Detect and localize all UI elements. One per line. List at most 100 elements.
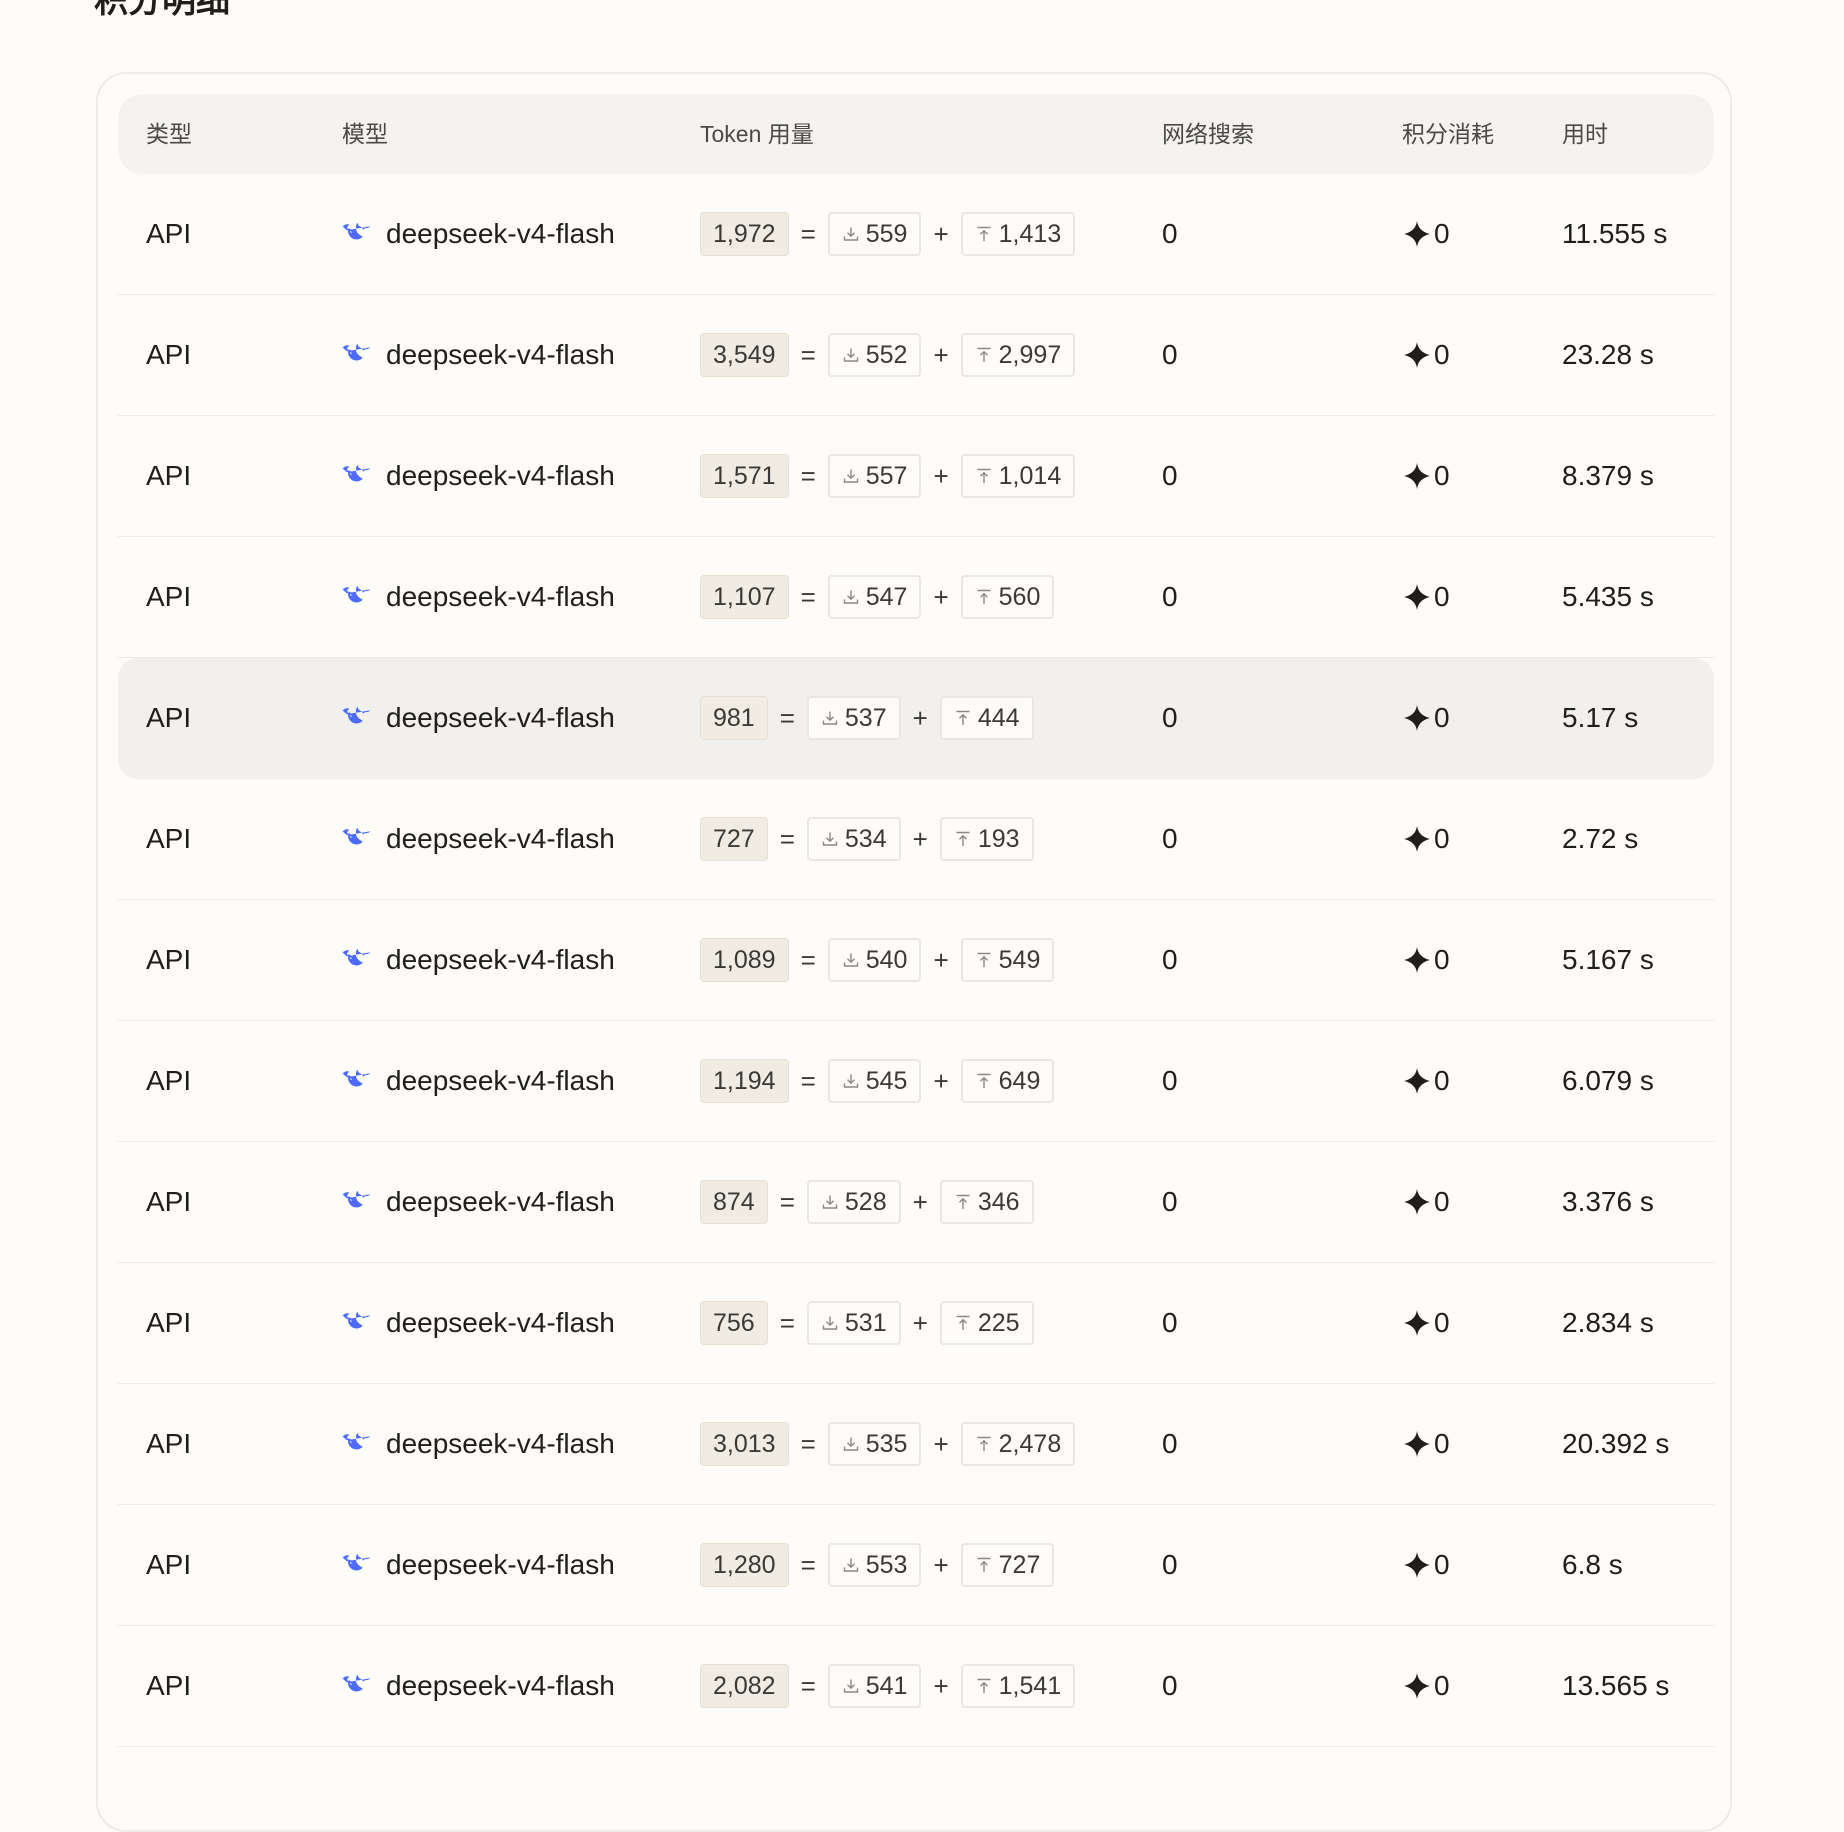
table-row[interactable]: API deepseek-v4-flash 1,089 = 540 + 549 …	[118, 900, 1714, 1021]
table-row[interactable]: API deepseek-v4-flash 1,194 = 545 + 649 …	[118, 1021, 1714, 1142]
credits-value: 0	[1434, 944, 1450, 975]
cell-time: 23.28 s	[1562, 339, 1654, 370]
cell-token-usage: 1,089 = 540 + 549	[700, 900, 1055, 1020]
cell-token-usage: 756 = 531 + 225	[700, 1263, 1034, 1383]
plus-sign: +	[933, 1549, 949, 1580]
cell-type: API	[146, 218, 192, 249]
token-input: 531	[806, 1301, 901, 1345]
token-input: 547	[827, 575, 922, 619]
sparkle-icon	[1404, 1068, 1430, 1094]
header-credits: 积分消耗	[1402, 121, 1494, 147]
deepseek-whale-icon	[342, 1070, 371, 1087]
equals-sign: =	[800, 944, 816, 975]
upload-icon	[956, 831, 970, 846]
token-input: 553	[827, 1543, 922, 1587]
table-row[interactable]: API deepseek-v4-flash 756 = 531 + 225 0 …	[118, 1263, 1714, 1384]
model-name: deepseek-v4-flash	[386, 702, 615, 733]
upload-icon	[977, 952, 991, 967]
upload-icon	[977, 1557, 991, 1572]
sparkle-icon	[1404, 584, 1430, 610]
cell-type: API	[146, 823, 192, 854]
token-input-value: 547	[865, 583, 908, 611]
token-output: 1,413	[960, 212, 1076, 256]
cell-web-search: 0	[1162, 944, 1178, 975]
cell-model: deepseek-v4-flash	[342, 1263, 615, 1383]
cell-model: deepseek-v4-flash	[342, 295, 615, 415]
table-row[interactable]: API deepseek-v4-flash 2,082 = 541 + 1,54…	[118, 1626, 1714, 1747]
sparkle-icon	[1404, 705, 1430, 731]
cell-type: API	[146, 702, 192, 733]
header-web-search: 网络搜索	[1162, 121, 1254, 147]
plus-sign: +	[912, 823, 928, 854]
token-output-value: 560	[998, 583, 1041, 611]
cell-web-search: 0	[1162, 823, 1178, 854]
token-input-value: 537	[844, 704, 887, 732]
token-input-value: 540	[865, 946, 908, 974]
table-row[interactable]: API deepseek-v4-flash 1,571 = 557 + 1,01…	[118, 416, 1714, 537]
deepseek-whale-icon	[342, 707, 371, 724]
model-name: deepseek-v4-flash	[386, 1307, 615, 1338]
upload-icon	[956, 1315, 970, 1330]
cell-model: deepseek-v4-flash	[342, 658, 615, 778]
token-output: 225	[939, 1301, 1034, 1345]
token-input-value: 541	[865, 1672, 908, 1700]
token-output: 560	[960, 575, 1055, 619]
deepseek-whale-icon	[342, 949, 371, 966]
token-output-value: 649	[998, 1067, 1041, 1095]
plus-sign: +	[933, 339, 949, 370]
download-icon	[843, 1679, 858, 1693]
token-total: 1,280	[700, 1543, 789, 1587]
token-input: 534	[806, 817, 901, 861]
cell-token-usage: 981 = 537 + 444	[700, 658, 1034, 778]
token-input-value: 553	[865, 1551, 908, 1579]
credits-table: 类型 模型 Token 用量 网络搜索 积分消耗 用时 API deepseek…	[118, 94, 1714, 1747]
token-input-value: 559	[865, 220, 908, 248]
table-row[interactable]: API deepseek-v4-flash 1,280 = 553 + 727 …	[118, 1505, 1714, 1626]
table-row[interactable]: API deepseek-v4-flash 3,013 = 535 + 2,47…	[118, 1384, 1714, 1505]
credits-value: 0	[1434, 1065, 1450, 1096]
page-title: 积分明细	[94, 0, 230, 20]
table-row[interactable]: API deepseek-v4-flash 981 = 537 + 444 0 …	[118, 658, 1714, 779]
header-time: 用时	[1562, 121, 1608, 147]
equals-sign: =	[800, 581, 816, 612]
token-total: 874	[700, 1180, 768, 1224]
token-total: 727	[700, 817, 768, 861]
model-name: deepseek-v4-flash	[386, 1065, 615, 1096]
sparkle-icon	[1404, 1673, 1430, 1699]
token-input: 528	[806, 1180, 901, 1224]
cell-token-usage: 1,194 = 545 + 649	[700, 1021, 1055, 1141]
equals-sign: =	[779, 1186, 795, 1217]
upload-icon	[956, 1194, 970, 1209]
cell-time: 2.72 s	[1562, 823, 1639, 854]
cell-web-search: 0	[1162, 1186, 1178, 1217]
cell-model: deepseek-v4-flash	[342, 1142, 615, 1262]
credits-value: 0	[1434, 1307, 1450, 1338]
token-output: 1,541	[960, 1664, 1076, 1708]
table-row[interactable]: API deepseek-v4-flash 727 = 534 + 193 0 …	[118, 779, 1714, 900]
table-row[interactable]: API deepseek-v4-flash 874 = 528 + 346 0 …	[118, 1142, 1714, 1263]
token-output-value: 2,997	[998, 341, 1062, 369]
table-body: API deepseek-v4-flash 1,972 = 559 + 1,41…	[118, 174, 1714, 1747]
equals-sign: =	[779, 1307, 795, 1338]
deepseek-whale-icon	[342, 344, 371, 361]
table-row[interactable]: API deepseek-v4-flash 1,972 = 559 + 1,41…	[118, 174, 1714, 295]
table-row[interactable]: API deepseek-v4-flash 1,107 = 547 + 560 …	[118, 537, 1714, 658]
upload-icon	[977, 226, 991, 241]
deepseek-whale-icon	[342, 586, 371, 603]
cell-type: API	[146, 1428, 192, 1459]
cell-web-search: 0	[1162, 581, 1178, 612]
deepseek-whale-icon	[342, 1433, 371, 1450]
token-total: 1,089	[700, 938, 789, 982]
token-total: 3,013	[700, 1422, 789, 1466]
download-icon	[822, 1195, 838, 1209]
cell-credits: 0	[1402, 658, 1450, 778]
token-total: 981	[700, 696, 768, 740]
table-row[interactable]: API deepseek-v4-flash 3,549 = 552 + 2,99…	[118, 295, 1714, 416]
cell-credits: 0	[1402, 1021, 1450, 1141]
cell-web-search: 0	[1162, 702, 1178, 733]
equals-sign: =	[800, 1428, 816, 1459]
token-output-value: 444	[977, 704, 1020, 732]
cell-web-search: 0	[1162, 1428, 1178, 1459]
plus-sign: +	[912, 1307, 928, 1338]
cell-credits: 0	[1402, 779, 1450, 899]
